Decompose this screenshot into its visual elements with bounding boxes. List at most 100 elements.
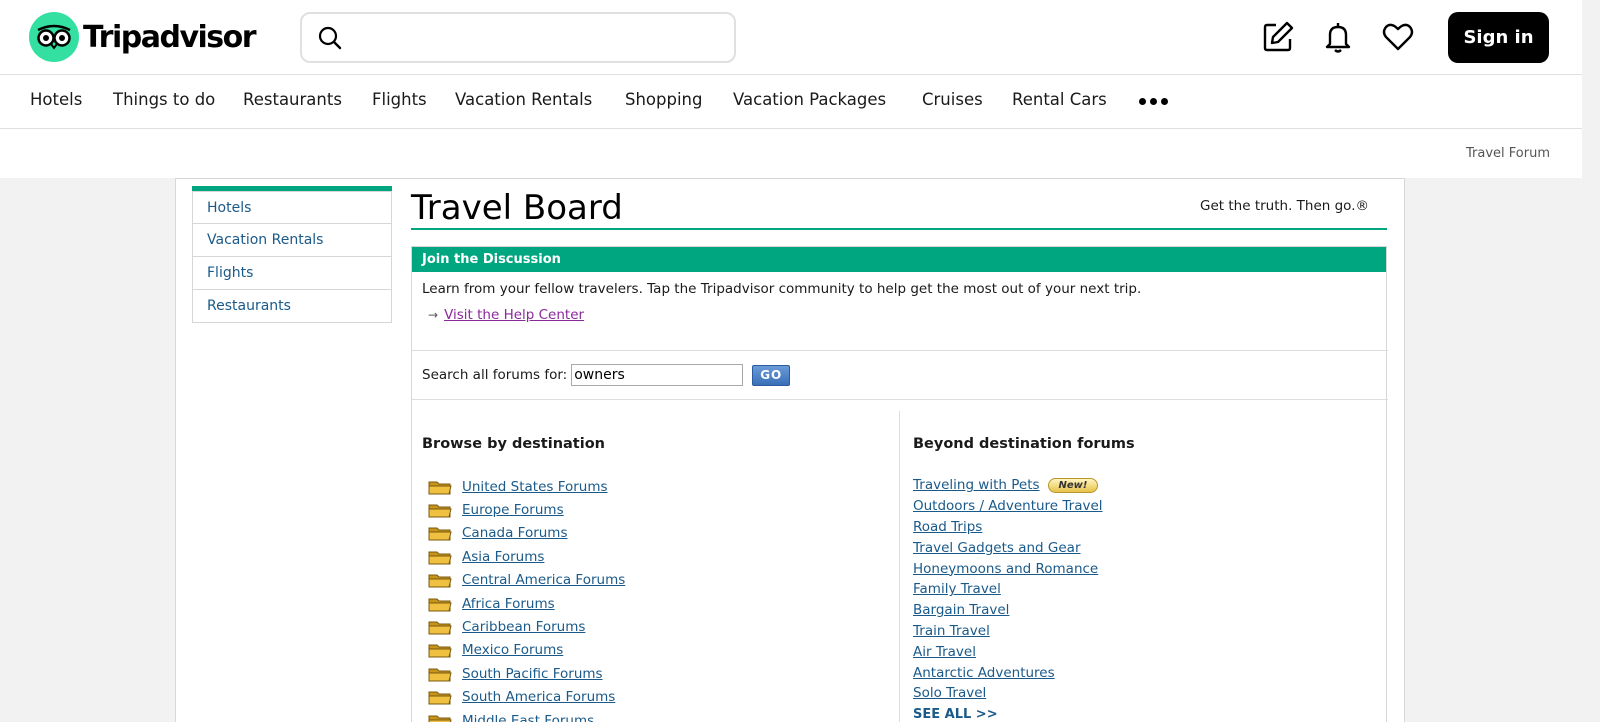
list-item: South Pacific Forums [428, 662, 625, 685]
forum-link[interactable]: Middle East Forums [462, 713, 594, 722]
topic-forum-link[interactable]: Train Travel [913, 623, 990, 639]
list-item: Bargain Travel [913, 600, 1103, 621]
topic-forum-link[interactable]: Honeymoons and Romance [913, 561, 1098, 577]
forum-link[interactable]: Asia Forums [462, 549, 544, 565]
breadcrumb[interactable]: Travel Forum [1466, 146, 1550, 161]
forum-link[interactable]: Canada Forums [462, 525, 568, 541]
destination-list: United States Forums Europe Forums Canada … [428, 475, 625, 722]
list-item: South America Forums [428, 686, 625, 709]
topic-forum-link[interactable]: Traveling with Pets [913, 477, 1040, 493]
folder-icon [428, 502, 452, 518]
bell-icon[interactable] [1319, 18, 1357, 56]
topic-forum-link[interactable]: Air Travel [913, 644, 976, 660]
list-item: Solo Travel [913, 683, 1103, 704]
folder-icon [428, 572, 452, 588]
folder-icon [428, 549, 452, 565]
forum-search-row: Search all forums for: GO [422, 364, 791, 386]
arrow-right-icon: → [428, 308, 439, 322]
heart-icon[interactable] [1379, 18, 1417, 56]
main-nav: Hotels Things to do Restaurants Flights … [0, 75, 1582, 129]
forum-search-input[interactable] [571, 364, 744, 386]
sidebar-item-flights[interactable]: Flights [192, 257, 392, 290]
list-item: Europe Forums [428, 498, 625, 521]
beyond-list: Traveling with Pets New! Outdoors / Advent… [913, 475, 1103, 722]
list-item: Honeymoons and Romance [913, 558, 1103, 579]
forum-link[interactable]: Europe Forums [462, 502, 564, 518]
nav-hotels[interactable]: Hotels [30, 90, 82, 109]
page: Tripadvisor Sign in Hotels Things to do … [0, 0, 1582, 722]
list-item: Caribbean Forums [428, 615, 625, 638]
sidebar-item-vacation-rentals[interactable]: Vacation Rentals [192, 224, 392, 257]
forum-link[interactable]: United States Forums [462, 479, 608, 495]
search-box[interactable] [300, 12, 736, 63]
intro-text: Learn from your fellow travelers. Tap th… [422, 281, 1142, 297]
forum-link[interactable]: South Pacific Forums [462, 666, 603, 682]
list-item: Outdoors / Adventure Travel [913, 496, 1103, 517]
forum-link[interactable]: Central America Forums [462, 572, 625, 588]
topic-forum-link[interactable]: Antarctic Adventures [913, 665, 1055, 681]
list-item: Travel Gadgets and Gear [913, 537, 1103, 558]
folder-icon [428, 619, 452, 635]
tagline: Get the truth. Then go.® [1200, 198, 1369, 214]
nav-vacation-packages[interactable]: Vacation Packages [733, 90, 886, 109]
list-item: United States Forums [428, 475, 625, 498]
page-title: Travel Board [411, 188, 623, 228]
list-item: Traveling with Pets New! [913, 475, 1103, 496]
list-item: Canada Forums [428, 522, 625, 545]
breadcrumb-bar: Travel Forum [0, 129, 1582, 178]
nav-restaurants[interactable]: Restaurants [243, 90, 342, 109]
list-item: Central America Forums [428, 569, 625, 592]
folder-icon [428, 525, 452, 541]
list-item: Asia Forums [428, 545, 625, 568]
help-link-row: → Visit the Help Center [428, 307, 584, 323]
browse-heading: Browse by destination [422, 436, 605, 452]
forum-link[interactable]: South America Forums [462, 689, 615, 705]
sign-in-button[interactable]: Sign in [1448, 12, 1549, 63]
folder-icon [428, 479, 452, 495]
list-item: Air Travel [913, 641, 1103, 662]
forum-link[interactable]: Caribbean Forums [462, 619, 585, 635]
owl-icon [29, 12, 79, 62]
nav-things-to-do[interactable]: Things to do [113, 90, 215, 109]
topic-forum-link[interactable]: Travel Gadgets and Gear [913, 540, 1081, 556]
divider [412, 399, 1388, 400]
list-item: Mexico Forums [428, 639, 625, 662]
list-item: SEE ALL >> [913, 704, 1103, 722]
help-center-link[interactable]: Visit the Help Center [444, 307, 584, 323]
list-item: Train Travel [913, 621, 1103, 642]
folder-icon [428, 596, 452, 612]
folder-icon [428, 689, 452, 705]
nav-vacation-rentals[interactable]: Vacation Rentals [455, 90, 592, 109]
forum-link[interactable]: Africa Forums [462, 596, 555, 612]
list-item: Africa Forums [428, 592, 625, 615]
see-all-link[interactable]: SEE ALL >> [913, 707, 998, 722]
nav-cruises[interactable]: Cruises [922, 90, 983, 109]
topic-forum-link[interactable]: Outdoors / Adventure Travel [913, 498, 1103, 514]
divider [412, 350, 1388, 351]
topic-forum-link[interactable]: Solo Travel [913, 685, 986, 701]
topic-forum-link[interactable]: Family Travel [913, 581, 1001, 597]
write-review-icon[interactable] [1259, 18, 1297, 56]
forum-link[interactable]: Mexico Forums [462, 642, 563, 658]
more-menu-icon[interactable] [1139, 98, 1168, 105]
topic-forum-link[interactable]: Bargain Travel [913, 602, 1009, 618]
go-button[interactable]: GO [752, 364, 791, 386]
sidebar-item-hotels[interactable]: Hotels [192, 191, 392, 224]
sidebar-item-restaurants[interactable]: Restaurants [192, 290, 392, 323]
discussion-box: Join the Discussion Learn from your fell… [411, 246, 1388, 722]
tripadvisor-logo[interactable]: Tripadvisor [29, 12, 257, 62]
top-header: Tripadvisor Sign in [0, 0, 1582, 75]
search-icon [318, 26, 342, 50]
title-divider [411, 228, 1387, 230]
search-input[interactable] [354, 22, 714, 52]
list-item: Middle East Forums [428, 709, 625, 722]
nav-rental-cars[interactable]: Rental Cars [1012, 90, 1107, 109]
list-item: Antarctic Adventures [913, 662, 1103, 683]
topic-forum-link[interactable]: Road Trips [913, 519, 982, 535]
nav-shopping[interactable]: Shopping [625, 90, 703, 109]
nav-flights[interactable]: Flights [372, 90, 427, 109]
list-item: Road Trips [913, 517, 1103, 538]
beyond-heading: Beyond destination forums [913, 436, 1135, 452]
sidebar: Hotels Vacation Rentals Flights Restaura… [192, 186, 392, 323]
folder-icon [428, 713, 452, 722]
